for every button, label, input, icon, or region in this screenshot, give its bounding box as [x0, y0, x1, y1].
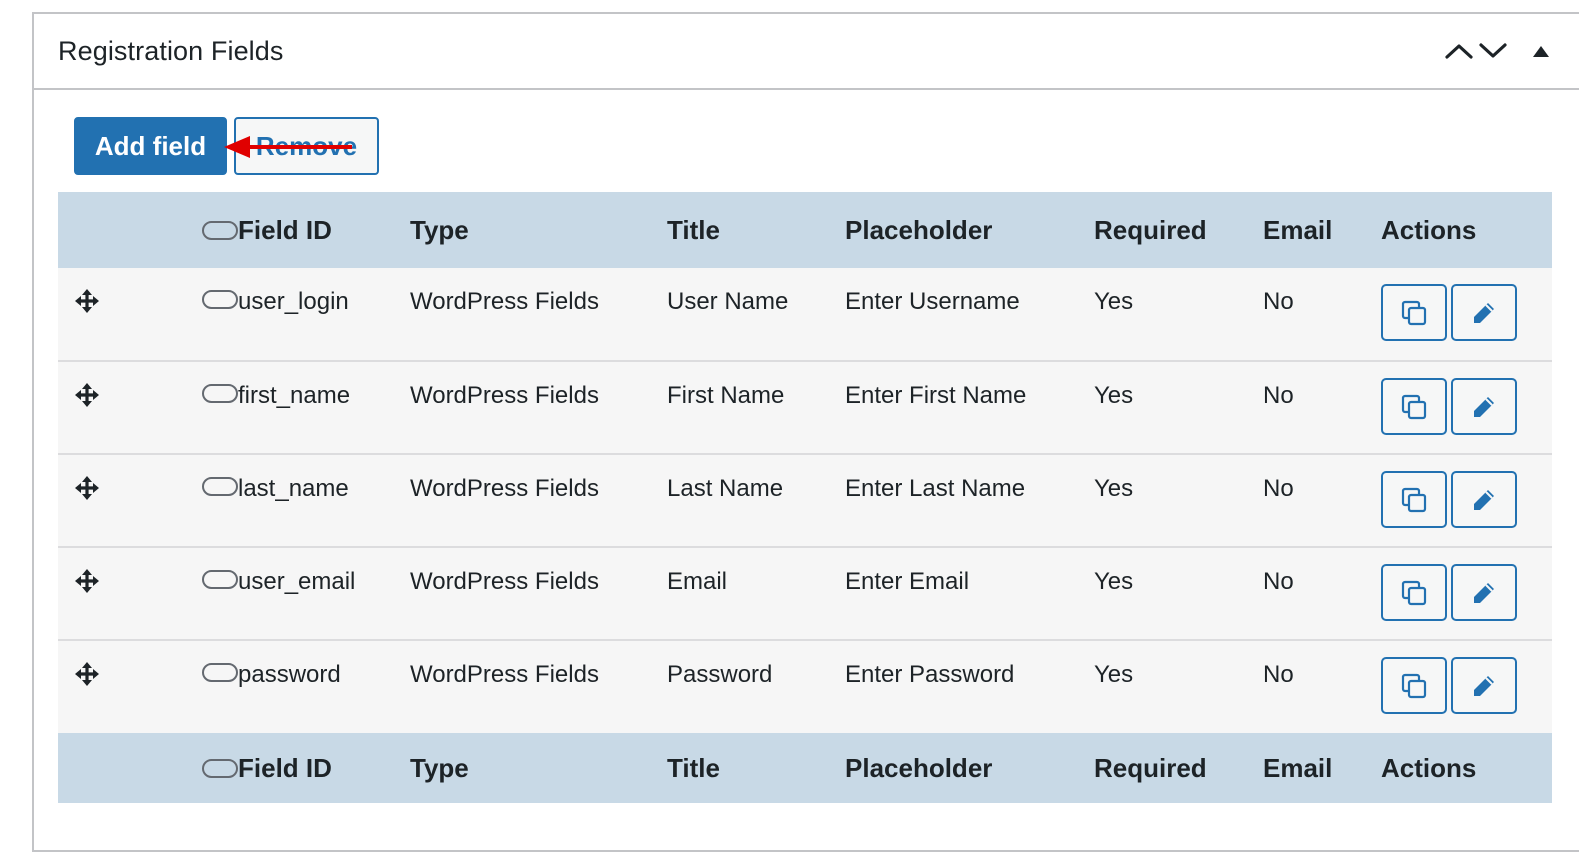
table-row: user_login WordPress Fields User Name Enter…	[58, 268, 1552, 361]
cell-title: First Name	[667, 382, 785, 409]
cell-required: Yes	[1094, 382, 1134, 409]
toggle-icon[interactable]	[202, 663, 238, 682]
toggle-icon[interactable]	[202, 477, 238, 496]
cell-type: WordPress Fields	[410, 568, 599, 595]
table-row: last_name WordPress Fields Last Name Enter …	[58, 454, 1552, 547]
cell-actions	[1381, 268, 1552, 361]
fields-table: Field ID Type Title Placeholder Required…	[58, 192, 1552, 803]
duplicate-button[interactable]	[1381, 378, 1447, 435]
column-header-title: Title	[667, 214, 720, 245]
cell-actions	[1381, 547, 1552, 640]
edit-pencil-icon	[1471, 394, 1497, 420]
cell-field-id: user_login	[238, 288, 349, 315]
cell-placeholder: Enter First Name	[845, 382, 1027, 409]
cell-placeholder: Enter Last Name	[845, 475, 1026, 502]
duplicate-icon	[1400, 672, 1428, 700]
move-icon[interactable]	[74, 475, 100, 508]
toggle-icon[interactable]	[202, 570, 238, 589]
registration-fields-panel: Registration Fields Add field Remove Fie…	[32, 12, 1579, 852]
column-footer-field-id: Field ID	[238, 752, 332, 783]
cell-required: Yes	[1094, 475, 1134, 502]
edit-button[interactable]	[1451, 284, 1517, 341]
edit-button[interactable]	[1451, 657, 1517, 714]
cell-type: WordPress Fields	[410, 382, 599, 409]
cell-title: Last Name	[667, 475, 784, 502]
caret-up-icon[interactable]	[1524, 36, 1558, 66]
column-header-required: Required	[1094, 214, 1207, 245]
toggle-all-icon[interactable]	[202, 759, 238, 778]
table-row: user_email WordPress Fields Email Enter Ema…	[58, 547, 1552, 640]
cell-required: Yes	[1094, 661, 1134, 688]
cell-email: No	[1263, 568, 1294, 595]
edit-pencil-icon	[1471, 580, 1497, 606]
duplicate-icon	[1400, 299, 1428, 327]
panel-header: Registration Fields	[34, 14, 1579, 90]
cell-field-id: password	[238, 661, 341, 688]
move-icon[interactable]	[74, 382, 100, 415]
edit-button[interactable]	[1451, 564, 1517, 621]
edit-pencil-icon	[1471, 673, 1497, 699]
cell-field-id: user_email	[238, 568, 356, 595]
column-footer-email: Email	[1263, 752, 1333, 783]
column-header-type: Type	[410, 214, 469, 245]
duplicate-icon	[1400, 486, 1428, 514]
move-icon[interactable]	[74, 288, 100, 321]
cell-actions	[1381, 361, 1552, 454]
toggle-icon[interactable]	[202, 384, 238, 403]
edit-pencil-icon	[1471, 300, 1497, 326]
cell-actions	[1381, 454, 1552, 547]
cell-email: No	[1263, 382, 1294, 409]
chevron-down-icon[interactable]	[1476, 36, 1510, 66]
cell-title: Password	[667, 661, 773, 688]
table-header-row: Field ID Type Title Placeholder Required…	[58, 192, 1552, 268]
duplicate-button[interactable]	[1381, 657, 1447, 714]
edit-button[interactable]	[1451, 471, 1517, 528]
cell-title: User Name	[667, 288, 789, 315]
column-footer-actions: Actions	[1381, 752, 1477, 783]
cell-field-id: last_name	[238, 475, 349, 502]
column-footer-title: Title	[667, 752, 720, 783]
duplicate-button[interactable]	[1381, 471, 1447, 528]
duplicate-icon	[1400, 393, 1428, 421]
column-header-actions: Actions	[1381, 214, 1477, 245]
chevron-up-icon[interactable]	[1442, 36, 1476, 66]
column-footer-required: Required	[1094, 752, 1207, 783]
cell-email: No	[1263, 661, 1294, 688]
table-footer-row: Field ID Type Title Placeholder Required…	[58, 733, 1552, 803]
cell-type: WordPress Fields	[410, 288, 599, 315]
column-header-placeholder: Placeholder	[845, 214, 993, 245]
cell-placeholder: Enter Username	[845, 288, 1020, 315]
cell-email: No	[1263, 475, 1294, 502]
cell-actions	[1381, 640, 1552, 733]
edit-pencil-icon	[1471, 487, 1497, 513]
table-row: password WordPress Fields Password Enter Pa…	[58, 640, 1552, 733]
cell-type: WordPress Fields	[410, 661, 599, 688]
column-header-field-id: Field ID	[238, 214, 332, 245]
cell-required: Yes	[1094, 568, 1134, 595]
column-header-email: Email	[1263, 214, 1333, 245]
cell-placeholder: Enter Email	[845, 568, 970, 595]
move-icon[interactable]	[74, 568, 100, 601]
column-footer-type: Type	[410, 752, 469, 783]
table-row: first_name WordPress Fields First Name Ente…	[58, 361, 1552, 454]
cell-placeholder: Enter Password	[845, 661, 1015, 688]
remove-button[interactable]: Remove	[234, 117, 379, 175]
toggle-icon[interactable]	[202, 290, 238, 309]
add-field-button[interactable]: Add field	[74, 117, 227, 175]
cell-field-id: first_name	[238, 382, 351, 409]
panel-title: Registration Fields	[58, 36, 284, 66]
column-footer-placeholder: Placeholder	[845, 752, 993, 783]
duplicate-icon	[1400, 579, 1428, 607]
cell-required: Yes	[1094, 288, 1134, 315]
duplicate-button[interactable]	[1381, 284, 1447, 341]
move-icon[interactable]	[74, 661, 100, 694]
cell-title: Email	[667, 568, 728, 595]
toggle-all-icon[interactable]	[202, 221, 238, 240]
cell-type: WordPress Fields	[410, 475, 599, 502]
edit-button[interactable]	[1451, 378, 1517, 435]
cell-email: No	[1263, 288, 1294, 315]
duplicate-button[interactable]	[1381, 564, 1447, 621]
